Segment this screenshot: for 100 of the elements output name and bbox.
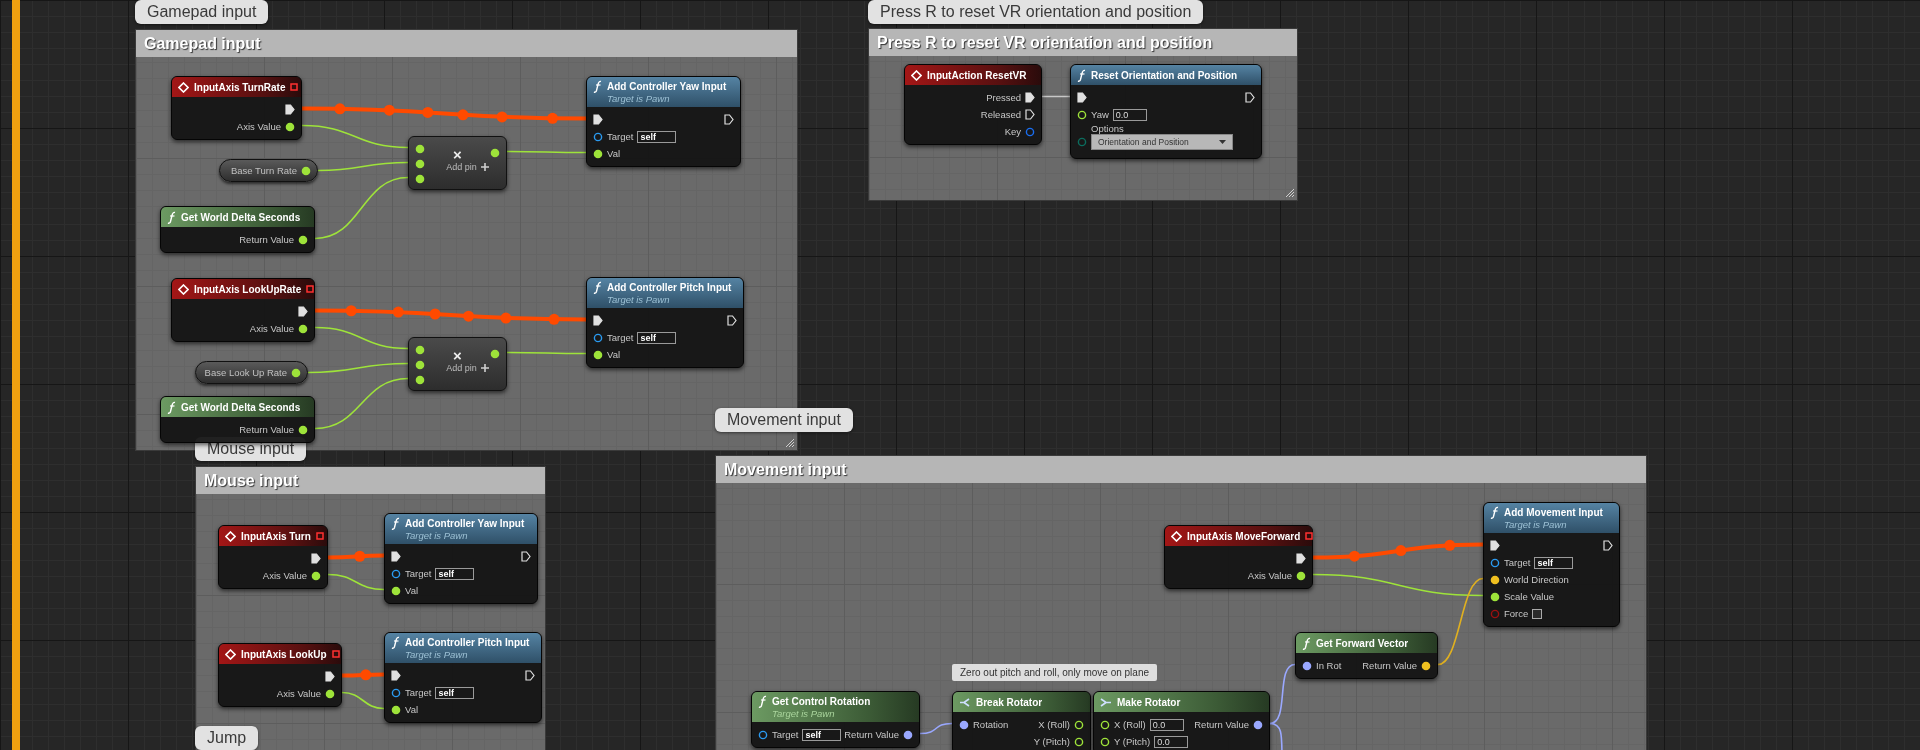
function-icon xyxy=(593,80,602,93)
exec-pin-icon[interactable] xyxy=(1245,92,1255,103)
value-field[interactable]: 0.0 xyxy=(1112,108,1147,121)
exec-pin-icon[interactable] xyxy=(1603,540,1613,551)
node-card[interactable]: Get World Delta Seconds Return Value xyxy=(160,396,315,443)
checkbox[interactable] xyxy=(1532,608,1543,619)
value-field[interactable]: self xyxy=(637,130,677,143)
operator-symbol: × xyxy=(453,148,462,162)
node-card[interactable]: InputAction ResetVR Pressed Released Key xyxy=(904,64,1042,145)
exec-pin-icon[interactable] xyxy=(1296,553,1306,564)
node-subtitle: Target is Pawn xyxy=(606,93,671,104)
node-subtitle: Target is Pawn xyxy=(404,649,469,660)
node-card[interactable]: InputAxis MoveForward Axis Value xyxy=(1164,525,1313,589)
node-card[interactable]: Get Control Rotation Target is Pawn Target self Return Value xyxy=(751,691,920,748)
node-card[interactable]: × Add pin xyxy=(408,337,507,391)
node-title: InputAction ResetVR xyxy=(927,69,1028,81)
data-pin-icon[interactable] xyxy=(903,729,913,740)
data-pin-icon[interactable] xyxy=(758,729,768,740)
value-field[interactable]: 0.0 xyxy=(1154,735,1189,748)
node-card[interactable]: Break Rotator Rotation X (Roll) Y (Pitch) xyxy=(952,691,1091,750)
function-icon xyxy=(391,517,400,530)
exec-wire xyxy=(342,669,384,681)
delegate-pin-icon[interactable] xyxy=(331,650,340,658)
node-card[interactable]: × Add pin xyxy=(408,136,507,190)
data-pin-icon[interactable] xyxy=(959,719,969,730)
node-title: InputAxis LookUpRate xyxy=(194,283,302,295)
variable-node[interactable]: Base Look Up Rate xyxy=(195,361,308,384)
node-card[interactable]: InputAxis TurnRate Axis Value xyxy=(171,76,302,140)
pin-label: Return Value xyxy=(844,729,899,740)
value-field[interactable]: self xyxy=(1534,556,1574,569)
node-card[interactable]: Add Controller Yaw Input Target is Pawn Target self Val xyxy=(586,76,741,167)
exec-pin-icon[interactable] xyxy=(285,104,295,115)
data-pin-icon[interactable] xyxy=(391,687,401,698)
exec-pin-icon[interactable] xyxy=(391,670,401,681)
plus-icon xyxy=(480,163,489,171)
exec-pin-icon[interactable] xyxy=(521,551,531,562)
data-pin-icon[interactable] xyxy=(593,131,603,142)
value-field[interactable]: 0.0 xyxy=(1149,718,1184,731)
node-card[interactable]: Add Controller Pitch Input Target is Pawn Target self Val xyxy=(384,632,542,723)
delegate-pin-icon[interactable] xyxy=(306,285,315,293)
data-pin-icon[interactable] xyxy=(1253,719,1263,730)
exec-pin-icon[interactable] xyxy=(1490,540,1500,551)
value-field[interactable]: self xyxy=(637,331,677,344)
node-card[interactable]: InputAxis LookUp Axis Value xyxy=(218,643,342,707)
data-pin-icon[interactable] xyxy=(391,568,401,579)
pin-label: Return Value xyxy=(239,234,294,245)
node-card[interactable]: InputAxis Turn Axis Value xyxy=(218,525,328,589)
node-card[interactable]: Add Controller Yaw Input Target is Pawn Target self Val xyxy=(384,513,538,604)
diamond-icon xyxy=(178,81,189,93)
pin-label: Scale Value xyxy=(1504,591,1554,602)
add-pin-button[interactable]: Add pin xyxy=(446,162,489,172)
node-title: Get World Delta Seconds xyxy=(181,211,302,223)
pin-label: In Rot xyxy=(1316,660,1342,671)
node-card[interactable]: Add Movement Input Target is Pawn Target self World Direction Scale Value Force xyxy=(1483,502,1620,627)
node-title: Add Controller Pitch Input xyxy=(607,282,733,293)
exec-pin-icon[interactable] xyxy=(593,315,603,326)
resize-grip-icon[interactable] xyxy=(1285,188,1295,198)
node-title: Get World Delta Seconds xyxy=(181,401,302,413)
exec-pin-icon[interactable] xyxy=(311,553,321,564)
pin-label: Return Value xyxy=(1362,660,1417,671)
resize-grip-icon[interactable] xyxy=(785,438,795,448)
pin-label: Axis Value xyxy=(262,570,307,581)
pin-label: Target xyxy=(607,332,634,343)
node-title: InputAxis Turn xyxy=(241,530,311,542)
add-pin-button[interactable]: Add pin xyxy=(446,363,489,373)
value-field[interactable]: self xyxy=(802,728,842,741)
node-card[interactable]: Add Controller Pitch Input Target is Pawn Target self Val xyxy=(586,277,744,368)
delegate-pin-icon[interactable] xyxy=(315,532,324,540)
exec-pin-icon[interactable] xyxy=(525,670,535,681)
delegate-pin-icon[interactable] xyxy=(290,83,299,91)
node-title: Make Rotator xyxy=(1117,696,1182,708)
diamond-icon xyxy=(911,69,922,81)
variable-node[interactable]: Base Turn Rate xyxy=(219,159,318,182)
node-card[interactable]: InputAxis LookUpRate Axis Value xyxy=(171,278,315,342)
exec-pin-icon[interactable] xyxy=(1077,92,1087,103)
exec-pin-icon[interactable] xyxy=(325,671,335,682)
exec-pin-icon[interactable] xyxy=(593,114,603,125)
exec-pin-icon[interactable] xyxy=(298,306,308,317)
value-field[interactable]: self xyxy=(435,686,475,699)
node-card[interactable]: Make Rotator X (Roll) 0.0 Return Value Y (Pitch) 0.0 xyxy=(1093,691,1270,750)
comment-bubble: Movement input xyxy=(715,408,853,432)
data-pin-icon[interactable] xyxy=(1490,557,1500,568)
data-pin-icon[interactable] xyxy=(593,332,603,343)
data-pin-icon[interactable] xyxy=(1302,660,1312,671)
delegate-pin-icon[interactable] xyxy=(1305,532,1314,540)
exec-pin-icon[interactable] xyxy=(724,114,734,125)
node-card[interactable]: Reset Orientation and Position Yaw 0.0 Options Orientation and Position xyxy=(1070,64,1262,159)
exec-pin-icon[interactable] xyxy=(391,551,401,562)
node-card[interactable]: Get Forward Vector In Rot Return Value xyxy=(1295,632,1438,679)
node-card[interactable]: Get World Delta Seconds Return Value xyxy=(160,206,315,253)
exec-pin-icon[interactable] xyxy=(1025,109,1035,120)
pin-label: X (Roll) xyxy=(1038,719,1070,730)
dropdown[interactable]: Orientation and Position xyxy=(1091,134,1233,150)
value-field[interactable]: self xyxy=(435,567,475,580)
pin-label: Axis Value xyxy=(276,688,321,699)
exec-pin-icon[interactable] xyxy=(1025,92,1035,103)
function-icon xyxy=(391,636,400,649)
exec-pin-icon[interactable] xyxy=(727,315,737,326)
pin-label: Y (Pitch) xyxy=(1033,736,1070,747)
pin-label: Val xyxy=(405,585,419,596)
